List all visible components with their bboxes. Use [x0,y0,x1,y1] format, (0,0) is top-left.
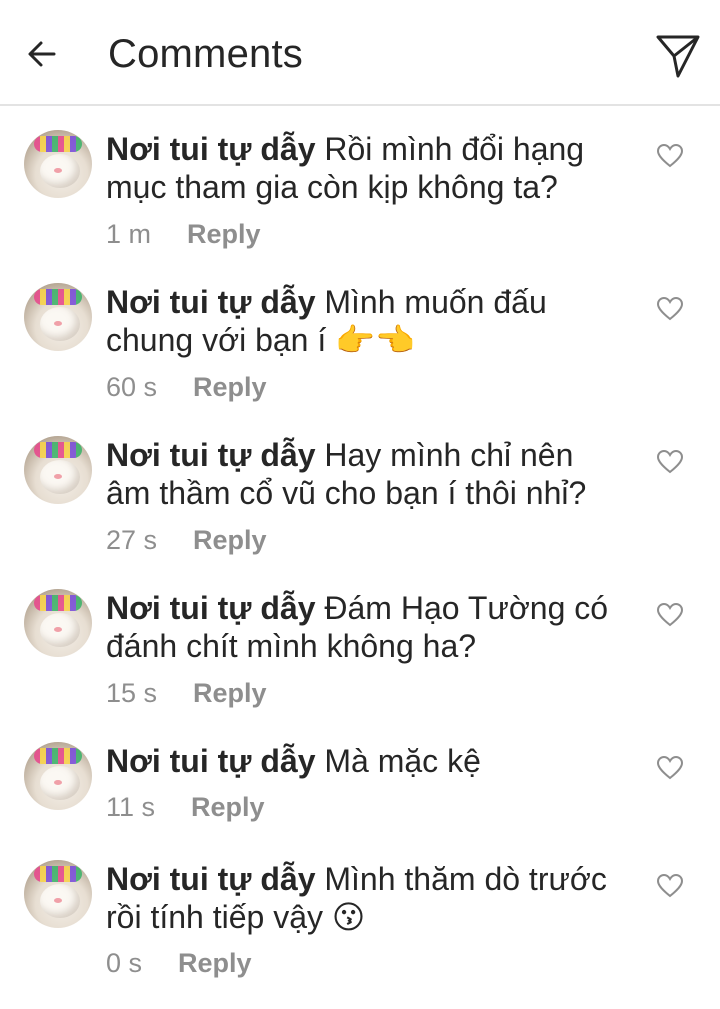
comment-text: Nơi tui tự dẫy Rồi mình đổi hạng mục tha… [106,130,626,206]
heart-icon [657,297,683,321]
like-button[interactable] [655,872,685,900]
app-header: Comments [0,0,720,106]
heart-icon [657,450,683,474]
comment-body: Hay mình chỉ nên [324,437,574,473]
comment-meta: 1 m Reply [106,217,261,251]
reply-button[interactable]: Reply [193,370,267,404]
reply-button[interactable]: Reply [178,946,252,980]
avatar[interactable] [24,589,92,657]
comment-timestamp: 60 s [106,372,158,402]
avatar[interactable] [24,130,92,198]
paper-plane-icon [656,35,700,78]
arrow-left-icon [28,41,56,67]
heart-icon [657,756,683,780]
reply-button[interactable]: Reply [187,217,261,251]
comment-text: Nơi tui tự dẫy Mà mặc kệ [106,742,626,780]
comment-meta: 0 s Reply [106,946,252,980]
comment-username[interactable]: Nơi tui tự dẫy [106,743,315,779]
comment-timestamp: 27 s [106,525,158,555]
reply-button[interactable]: Reply [193,676,267,710]
comment-timestamp: 11 s [106,792,156,822]
comment-body: chung với bạn í 👉👈 [106,322,415,358]
share-button[interactable] [650,28,706,84]
like-button[interactable] [655,295,685,323]
comment-username[interactable]: Nơi tui tự dẫy [106,861,315,897]
comment-body: Mình thăm dò trước [324,861,607,897]
comment-meta: 11 s Reply [106,790,265,824]
comment-username[interactable]: Nơi tui tự dẫy [106,131,315,167]
comment-body: Mà mặc kệ [324,743,481,779]
comment-meta: 27 s Reply [106,523,267,557]
comment-body: Mình muốn đấu [324,284,547,320]
reply-button[interactable]: Reply [191,790,265,824]
avatar[interactable] [24,742,92,810]
comment-username[interactable]: Nơi tui tự dẫy [106,437,315,473]
comment-body: Rồi mình đổi hạng [324,131,585,167]
comment-meta: 60 s Reply [106,370,267,404]
comment-body: rồi tính tiếp vậy 😗 [106,899,366,935]
comment-timestamp: 1 m [106,219,152,249]
like-button[interactable] [655,142,685,170]
comment-username[interactable]: Nơi tui tự dẫy [106,590,315,626]
comment-text: Nơi tui tự dẫy Hay mình chỉ nên âm thầm … [106,436,626,512]
comment-timestamp: 15 s [106,678,158,708]
page-title: Comments [108,32,303,76]
comment-text: Nơi tui tự dẫy Mình thăm dò trước rồi tí… [106,860,626,936]
comment-text: Nơi tui tự dẫy Đám Hạo Tường có đánh chí… [106,589,626,665]
comment-body: âm thầm cổ vũ cho bạn í thôi nhỉ? [106,475,587,511]
avatar[interactable] [24,436,92,504]
avatar[interactable] [24,860,92,928]
comment-username[interactable]: Nơi tui tự dẫy [106,284,315,320]
heart-icon [657,874,683,898]
back-button[interactable] [18,30,66,78]
like-button[interactable] [655,754,685,782]
heart-icon [657,144,683,168]
comment-body: mục tham gia còn kịp không ta? [106,169,558,205]
comment-body: Đám Hạo Tường có [324,590,609,626]
avatar[interactable] [24,283,92,351]
like-button[interactable] [655,448,685,476]
comment-text: Nơi tui tự dẫy Mình muốn đấu chung với b… [106,283,626,359]
comment-timestamp: 0 s [106,948,143,978]
comment-meta: 15 s Reply [106,676,267,710]
comment-body: đánh chít mình không ha? [106,628,477,664]
reply-button[interactable]: Reply [193,523,267,557]
like-button[interactable] [655,601,685,629]
heart-icon [657,603,683,627]
